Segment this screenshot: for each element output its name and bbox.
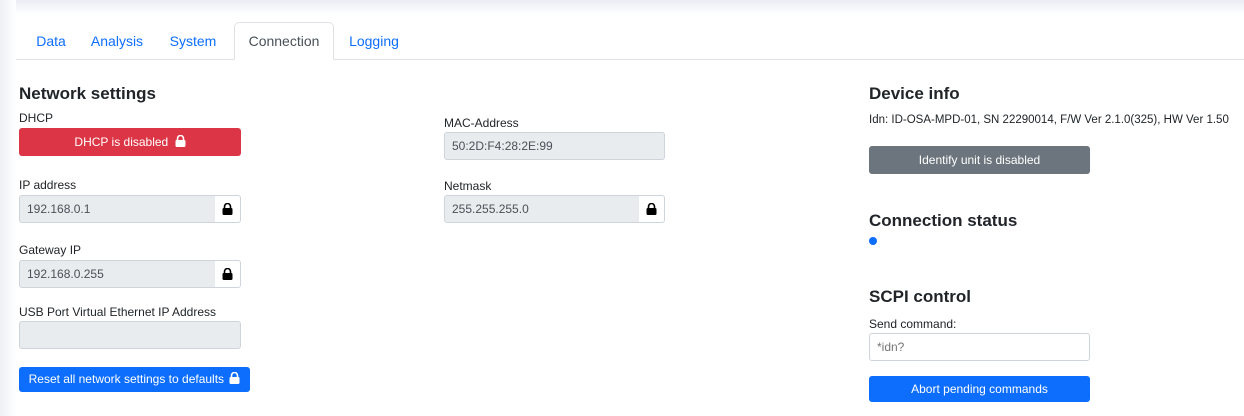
identify-unit-button[interactable]: Identify unit is disabled: [869, 146, 1090, 174]
tab-analysis[interactable]: Analysis: [84, 23, 150, 59]
lock-icon: [222, 203, 233, 215]
device-info-title: Device info: [869, 84, 960, 103]
dhcp-toggle-button[interactable]: DHCP is disabled: [19, 128, 241, 156]
gateway-ip-lock-button[interactable]: [215, 260, 241, 288]
scpi-control-title: SCPI control: [869, 287, 972, 306]
window-top-shadow: [0, 0, 1244, 14]
lock-icon: [175, 135, 186, 148]
lock-icon: [222, 268, 233, 280]
tab-logging[interactable]: Logging: [340, 23, 408, 59]
usb-ip-field[interactable]: [19, 321, 241, 349]
device-idn-text: Idn: ID-OSA-MPD-01, SN 22290014, F/W Ver…: [869, 114, 1229, 126]
gateway-ip-label: Gateway IP: [19, 243, 82, 257]
dhcp-label: DHCP: [19, 111, 54, 125]
connection-status-title: Connection status: [869, 211, 1018, 230]
tab-system[interactable]: System: [162, 23, 224, 59]
ip-address-field[interactable]: 192.168.0.1: [19, 195, 216, 223]
connection-status-indicator: [869, 237, 877, 245]
reset-network-button[interactable]: Reset all network settings to defaults: [19, 367, 250, 392]
netmask-lock-button[interactable]: [639, 195, 665, 223]
usb-ip-label: USB Port Virtual Ethernet IP Address: [19, 305, 216, 319]
netmask-field[interactable]: 255.255.255.0: [444, 195, 640, 223]
tab-connection[interactable]: Connection: [234, 22, 334, 60]
mac-address-label: MAC-Address: [444, 116, 519, 130]
connection-page: Data Analysis System Connection Logging …: [0, 0, 1244, 416]
tab-data[interactable]: Data: [22, 23, 80, 59]
mac-address-field[interactable]: 50:2D:F4:28:2E:99: [444, 132, 665, 160]
netmask-label: Netmask: [444, 179, 492, 193]
dhcp-button-label: DHCP is disabled: [74, 135, 169, 149]
lock-icon: [646, 203, 657, 215]
network-settings-title: Network settings: [19, 84, 156, 103]
window-left-shadow: [0, 0, 16, 416]
gateway-ip-field[interactable]: 192.168.0.255: [19, 260, 216, 288]
abort-commands-button[interactable]: Abort pending commands: [869, 376, 1090, 402]
scpi-command-input[interactable]: [869, 333, 1090, 361]
send-command-label: Send command:: [869, 317, 957, 331]
tab-bar: Data Analysis System Connection Logging: [16, 22, 1244, 60]
reset-button-label: Reset all network settings to defaults: [28, 372, 225, 386]
ip-address-label: IP address: [19, 178, 77, 192]
lock-icon: [229, 372, 240, 385]
ip-address-lock-button[interactable]: [215, 195, 241, 223]
